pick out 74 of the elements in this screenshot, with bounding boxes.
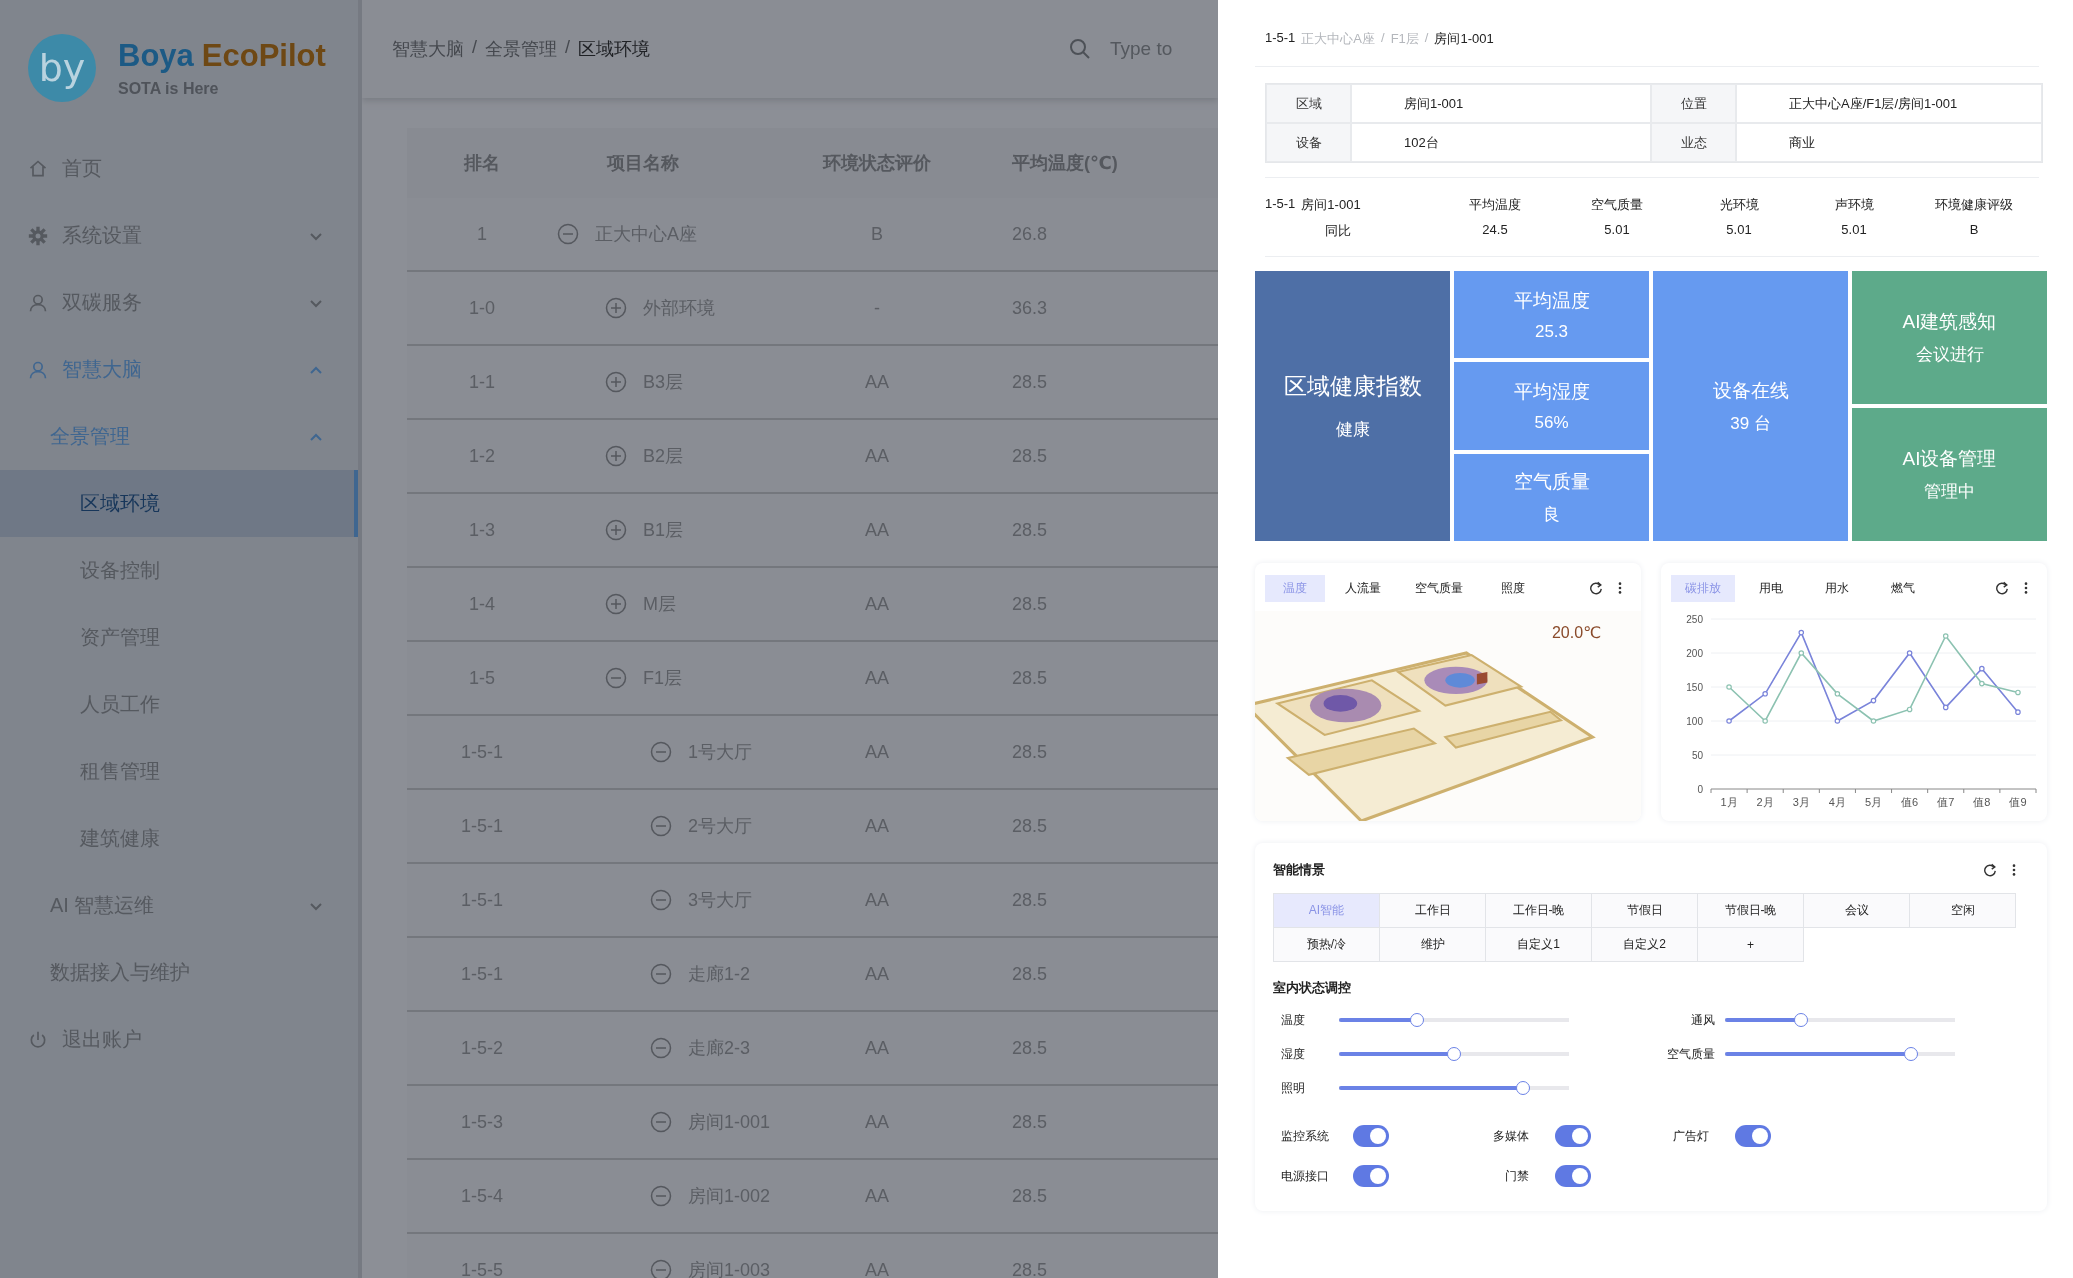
- breadcrumb-item: 区域环境: [578, 38, 651, 61]
- tile-value: 健康: [1335, 419, 1370, 441]
- tile-title: AI建筑感知: [1902, 310, 1997, 334]
- breadcrumb-separator: /: [1424, 30, 1429, 47]
- table-cell-text: -: [873, 297, 881, 319]
- tick-label: 0: [1697, 784, 1703, 795]
- table-cell: 业态: [1651, 123, 1736, 162]
- metric-label: 环境健康评级: [1934, 196, 2014, 214]
- metric-value: B: [1968, 222, 1980, 239]
- breadcrumb-code: 1-5-1: [1265, 30, 1296, 47]
- switch-label: 门禁: [1504, 1167, 1530, 1185]
- logo: by: [28, 33, 96, 102]
- brand-name: EcoPilot: [201, 37, 326, 74]
- tile-value: 会议进行: [1915, 344, 1984, 366]
- tick-label: 4月: [1828, 796, 1846, 808]
- metric-value: 24.5: [1481, 222, 1509, 239]
- switch-label: 电源接口: [1280, 1167, 1330, 1185]
- tick-label: 值6: [1901, 796, 1919, 808]
- brand-name: Boya: [118, 37, 194, 74]
- temperature-label: 20.0℃: [1551, 623, 1601, 642]
- table-cell: 位置: [1651, 84, 1736, 123]
- slider-label: 湿度: [1280, 1045, 1306, 1063]
- metric-value: 5.01: [1603, 222, 1631, 239]
- breadcrumb-separator: /: [565, 37, 571, 59]
- tick-label: 值7: [1937, 796, 1955, 808]
- tick-label: 150: [1686, 682, 1703, 693]
- tick-label: 200: [1686, 648, 1703, 659]
- tick-label: 值8: [1973, 796, 1991, 808]
- table-cell: 区域: [1266, 84, 1351, 123]
- tick-label: 值9: [2009, 796, 2027, 808]
- tile-title: 区域健康指数: [1283, 372, 1422, 401]
- switch-label: 监控系统: [1280, 1127, 1330, 1145]
- tile-value: 良: [1543, 503, 1560, 526]
- tile-title: 平均湿度: [1513, 380, 1590, 404]
- switch-label: 多媒体: [1492, 1127, 1530, 1145]
- tick-label: 2月: [1756, 796, 1774, 808]
- tick-label: 100: [1686, 716, 1703, 727]
- slider-label: 空气质量: [1666, 1045, 1716, 1063]
- tile-value: 管理中: [1924, 481, 1975, 503]
- slider-label: 通风: [1690, 1011, 1716, 1029]
- tick-label: 1月: [1720, 796, 1738, 808]
- breadcrumb-separator: /: [1381, 30, 1385, 47]
- table-cell: 设备: [1266, 123, 1351, 162]
- tile-title: AI设备管理: [1902, 447, 1997, 471]
- slider-label: 照明: [1280, 1079, 1306, 1097]
- slider-label: 温度: [1280, 1011, 1306, 1029]
- breadcrumb-item: 房间1-001: [1434, 30, 1494, 48]
- table-cell: 房间1-001: [1351, 84, 1651, 123]
- switch-label: 广告灯: [1672, 1127, 1710, 1145]
- tile-title: 空气质量: [1513, 469, 1590, 494]
- metric-value: 5.01: [1840, 222, 1868, 239]
- metric-label: 光环境: [1718, 196, 1760, 214]
- breadcrumb-separator: /: [472, 37, 477, 59]
- metric-label: 声环境: [1833, 196, 1875, 214]
- tick-label: 5月: [1864, 796, 1883, 808]
- section-title: 智能情景: [1273, 861, 1325, 879]
- tick-label: 3月: [1792, 796, 1810, 808]
- table-cell: 正大中心A座/F1层/房间1-001: [1736, 84, 2042, 123]
- tile-value: 25.3: [1534, 321, 1569, 342]
- metric-label: 平均温度: [1468, 196, 1522, 214]
- section-title: 室内状态调控: [1273, 979, 1352, 997]
- summary-name: 房间1-001: [1301, 196, 1361, 214]
- metric-value: 5.01: [1725, 222, 1753, 239]
- tick-label: 250: [1686, 614, 1703, 625]
- summary-code: 1-5-1: [1265, 196, 1296, 213]
- tile-value: 56%: [1534, 413, 1569, 433]
- table-cell: 102台: [1351, 123, 1651, 162]
- summary-compare: 同比: [1324, 222, 1352, 240]
- tick-label: 50: [1691, 750, 1703, 761]
- tile-value: 39 台: [1730, 412, 1771, 435]
- tile-title: 平均温度: [1513, 288, 1590, 313]
- metric-label: 空气质量: [1590, 196, 1644, 214]
- table-cell: 商业: [1736, 123, 2042, 162]
- tile-title: 设备在线: [1712, 378, 1789, 403]
